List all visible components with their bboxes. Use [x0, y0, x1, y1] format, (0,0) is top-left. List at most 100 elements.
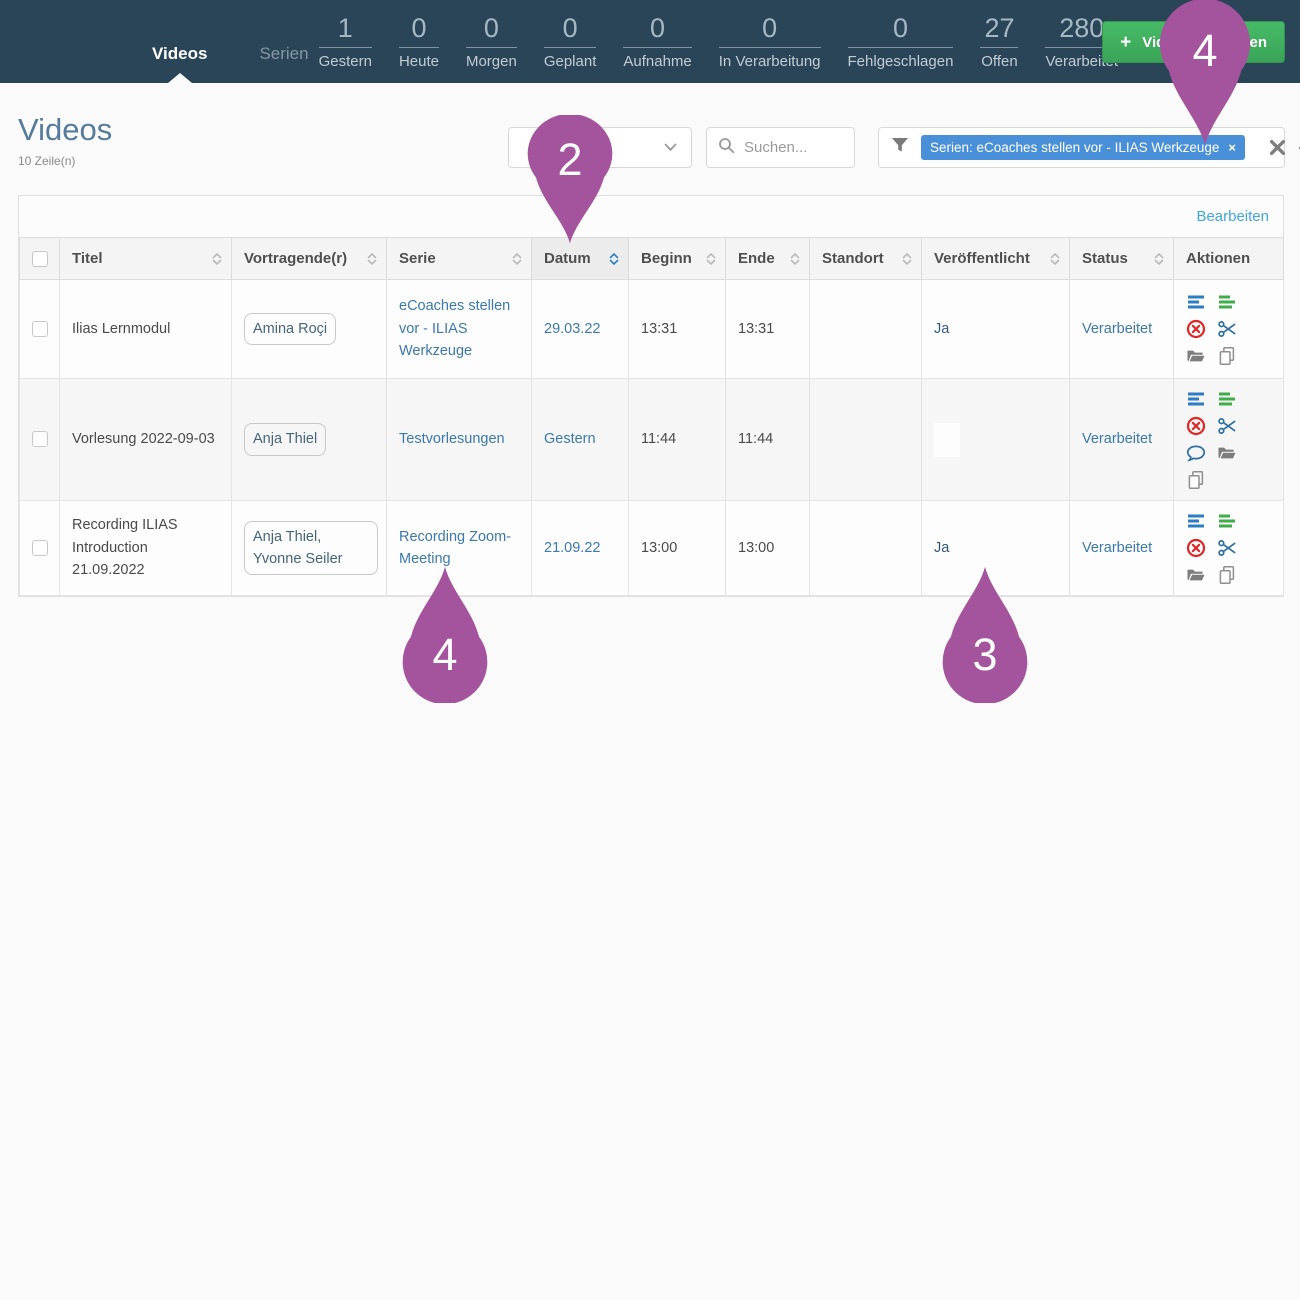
sort-icon[interactable] — [902, 252, 912, 266]
series-link[interactable]: eCoaches stellen vor - ILIAS Werkzeuge — [399, 298, 510, 359]
cell-end: 11:44 — [726, 379, 810, 501]
status-link[interactable]: Verarbeitet — [1082, 540, 1152, 556]
delete-action-button[interactable] — [1186, 416, 1206, 436]
row-checkbox[interactable] — [32, 540, 48, 556]
stat-in-verarbeitung[interactable]: 0In Verarbeitung — [719, 14, 821, 70]
cut-action-button[interactable] — [1217, 538, 1237, 558]
sort-icon[interactable] — [790, 252, 800, 266]
status-link[interactable]: Verarbeitet — [1082, 431, 1152, 447]
stat-aufnahme[interactable]: 0Aufnahme — [623, 14, 691, 70]
add-video-button-label: Video hinzufügen — [1142, 34, 1267, 51]
search-input[interactable] — [744, 139, 843, 156]
edit-link[interactable]: Bearbeiten — [1196, 208, 1269, 225]
column-header-status[interactable]: Status — [1070, 238, 1174, 280]
cut-scissors-icon — [1217, 538, 1237, 558]
sort-icon[interactable] — [512, 252, 522, 266]
event-details-icon — [1186, 292, 1206, 312]
stat-offen[interactable]: 27 Offen — [980, 14, 1018, 70]
cell-end: 13:00 — [726, 501, 810, 596]
stat-fehlgeschlagen[interactable]: 0Fehlgeschlagen — [848, 14, 954, 70]
column-header-ende[interactable]: Ende — [726, 238, 810, 280]
stat-morgen[interactable]: 0Morgen — [466, 14, 517, 70]
cell-title: Vorlesung 2022-09-03 — [60, 379, 232, 501]
series-action-button[interactable] — [1217, 389, 1237, 409]
select-all-checkbox[interactable] — [32, 251, 48, 267]
comment-action-button[interactable] — [1186, 443, 1206, 463]
active-filter-chip-label: Serien: eCoaches stellen vor - ILIAS Wer… — [930, 140, 1219, 155]
delete-action-button[interactable] — [1186, 319, 1206, 339]
clear-filters-icon[interactable] — [1269, 139, 1286, 156]
cell-published: Ja — [922, 280, 1070, 379]
column-header-datum[interactable]: Datum — [532, 238, 629, 280]
row-checkbox[interactable] — [32, 431, 48, 447]
column-header-ver-ffentlicht[interactable]: Veröffentlicht — [922, 238, 1070, 280]
column-header-standort[interactable]: Standort — [810, 238, 922, 280]
row-checkbox[interactable] — [32, 321, 48, 337]
cell-select — [20, 379, 60, 501]
sort-icon[interactable] — [609, 252, 619, 266]
nav-stats: 1Gestern0Heute0Morgen0Geplant0Aufnahme0I… — [319, 14, 1118, 83]
active-filter-chip[interactable]: Serien: eCoaches stellen vor - ILIAS Wer… — [921, 135, 1245, 160]
status-link[interactable]: Verarbeitet — [1082, 321, 1152, 337]
stat-geplant[interactable]: 0Geplant — [544, 14, 597, 70]
duplicate-action-button[interactable] — [1217, 346, 1237, 366]
stat-heute[interactable]: 0Heute — [399, 14, 439, 70]
cell-published — [922, 379, 1070, 501]
table-row: Recording ILIAS Introduction 21.09.2022A… — [20, 501, 1284, 596]
column-header-label: Datum — [544, 250, 591, 267]
delete-action-button[interactable] — [1186, 538, 1206, 558]
cell-status: Verarbeitet — [1070, 501, 1174, 596]
cell-start: 11:44 — [629, 379, 726, 501]
column-header-aktionen[interactable]: Aktionen — [1174, 238, 1284, 280]
series-link[interactable]: Testvorlesungen — [399, 431, 505, 447]
tab-videos[interactable]: Videos — [152, 44, 207, 83]
folder-action-button[interactable] — [1186, 346, 1206, 366]
remove-filter-icon[interactable]: × — [1228, 140, 1236, 155]
duplicate-action-button[interactable] — [1217, 565, 1237, 585]
nav-tabs: Videos Serien — [152, 0, 309, 83]
series-details-icon — [1217, 511, 1237, 531]
cell-actions — [1174, 501, 1284, 596]
sort-icon[interactable] — [1154, 252, 1164, 266]
series-details-icon — [1217, 389, 1237, 409]
column-header-vortragende-r[interactable]: Vortragende(r) — [232, 238, 387, 280]
published-value: Ja — [934, 321, 949, 337]
stat-value: 0 — [466, 14, 517, 48]
date-link[interactable]: 21.09.22 — [544, 540, 600, 556]
delete-icon — [1186, 416, 1206, 436]
duplicate-action-button[interactable] — [1186, 470, 1206, 490]
open-folder-icon — [1186, 565, 1206, 585]
sort-icon[interactable] — [367, 252, 377, 266]
presenter-chip: Anja Thiel, Yvonne Seiler — [244, 521, 378, 576]
column-header-serie[interactable]: Serie — [387, 238, 532, 280]
series-action-button[interactable] — [1217, 292, 1237, 312]
series-action-button[interactable] — [1217, 511, 1237, 531]
cut-action-button[interactable] — [1217, 319, 1237, 339]
stat-value: 27 — [980, 14, 1018, 48]
search-box — [706, 127, 855, 168]
published-value: Ja — [934, 540, 949, 556]
column-header-beginn[interactable]: Beginn — [629, 238, 726, 280]
presenter-chip: Amina Roçi — [244, 313, 336, 345]
cut-action-button[interactable] — [1217, 416, 1237, 436]
tab-serien[interactable]: Serien — [259, 44, 308, 83]
cell-location — [810, 501, 922, 596]
stat-gestern[interactable]: 1Gestern — [319, 14, 372, 70]
date-link[interactable]: 29.03.22 — [544, 321, 600, 337]
cell-date: Gestern — [532, 379, 629, 501]
stat-label: Geplant — [544, 53, 597, 70]
details-action-button[interactable] — [1186, 511, 1206, 531]
stat-label: Offen — [981, 53, 1017, 70]
date-link[interactable]: Gestern — [544, 431, 596, 447]
filter-preset-select[interactable] — [508, 127, 692, 168]
folder-action-button[interactable] — [1186, 565, 1206, 585]
column-header-titel[interactable]: Titel — [60, 238, 232, 280]
sort-icon[interactable] — [212, 252, 222, 266]
details-action-button[interactable] — [1186, 389, 1206, 409]
sort-icon[interactable] — [706, 252, 716, 266]
details-action-button[interactable] — [1186, 292, 1206, 312]
folder-action-button[interactable] — [1217, 443, 1237, 463]
series-link[interactable]: Recording Zoom-Meeting — [399, 529, 511, 567]
sort-icon[interactable] — [1050, 252, 1060, 266]
add-video-button[interactable]: + Video hinzufügen — [1102, 21, 1285, 63]
